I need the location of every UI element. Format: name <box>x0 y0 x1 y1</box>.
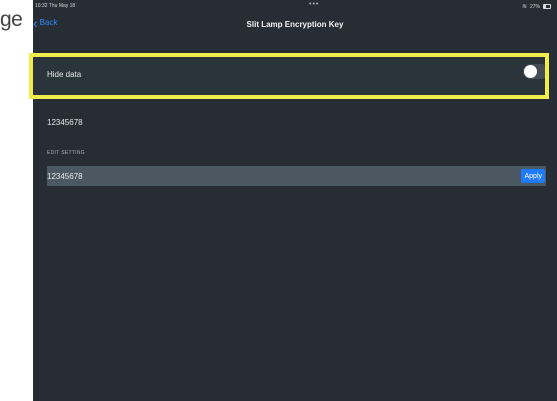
ipad-screen: 10:32 Thu May 18 ••• ≋ 27% ‹ Back Slit L… <box>29 0 557 401</box>
cropped-text: ge <box>0 8 23 31</box>
status-time: 10:32 Thu May 18 <box>35 3 76 9</box>
wifi-icon: ≋ <box>521 4 527 10</box>
battery-percent: 27% <box>529 3 540 10</box>
section-header: EDIT SETTING <box>47 150 85 156</box>
page-title: Slit Lamp Encryption Key <box>246 20 344 29</box>
encryption-key-value: 12345678 <box>47 118 83 127</box>
navigation-bar: ‹ Back Slit Lamp Encryption Key <box>33 12 557 38</box>
battery-icon <box>543 4 551 9</box>
multitask-dots[interactable]: ••• <box>309 1 319 8</box>
encryption-key-input[interactable]: 12345678 <box>47 172 83 181</box>
status-bar: 10:32 Thu May 18 ••• ≋ 27% <box>33 0 557 12</box>
highlight-box <box>29 53 549 99</box>
apply-button[interactable]: Apply <box>521 169 545 183</box>
status-right: ≋ 27% <box>522 3 551 10</box>
edit-setting-row: 12345678 Apply <box>47 166 546 186</box>
